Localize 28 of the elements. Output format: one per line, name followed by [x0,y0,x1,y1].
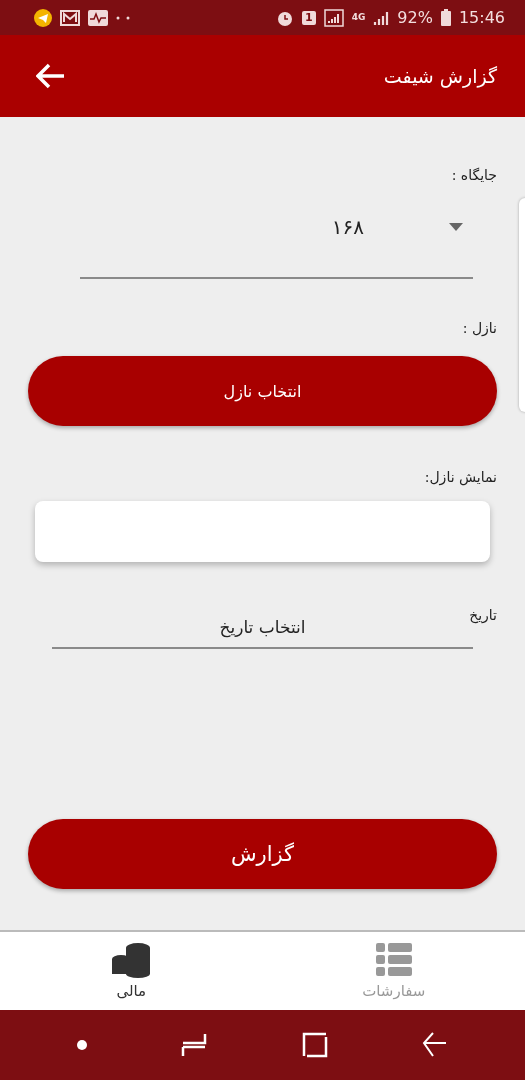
battery-icon [440,9,451,26]
dot-icon[interactable] [77,1040,88,1050]
recent-apps-icon[interactable] [181,1032,208,1058]
field-label: نمایش نازل: [424,469,497,485]
clock: 15:46 [458,8,505,27]
battery-percent: 92% [397,8,433,27]
dropdown-caret-icon [449,223,463,231]
field-label: نازل : [462,320,497,336]
date-picker[interactable]: انتخاب تاریخ [219,617,306,647]
activity-icon [88,9,108,26]
list-icon [375,942,412,978]
signal-icon [323,8,344,27]
station-dropdown[interactable]: ۱۶۸ [80,205,473,279]
screen-title: گزارش شیفت [383,65,497,87]
nozzle-display-field[interactable] [35,501,490,562]
field-label: تاریخ [469,607,497,623]
back-arrow-icon[interactable] [36,63,66,89]
bottom-tab[interactable]: مالی [0,932,263,1010]
dots-icon [116,15,130,20]
coins-icon [112,942,151,978]
sim-indicator: 1 [302,10,316,25]
network-type: 4G [351,13,366,22]
report-button[interactable]: گزارش [28,819,497,889]
select-nozzle-button[interactable]: انتخاب نازل [28,356,497,426]
home-icon[interactable] [301,1032,328,1058]
back-icon[interactable] [421,1032,448,1058]
signal-icon [373,9,390,26]
field-label: جایگاه : [451,167,497,183]
